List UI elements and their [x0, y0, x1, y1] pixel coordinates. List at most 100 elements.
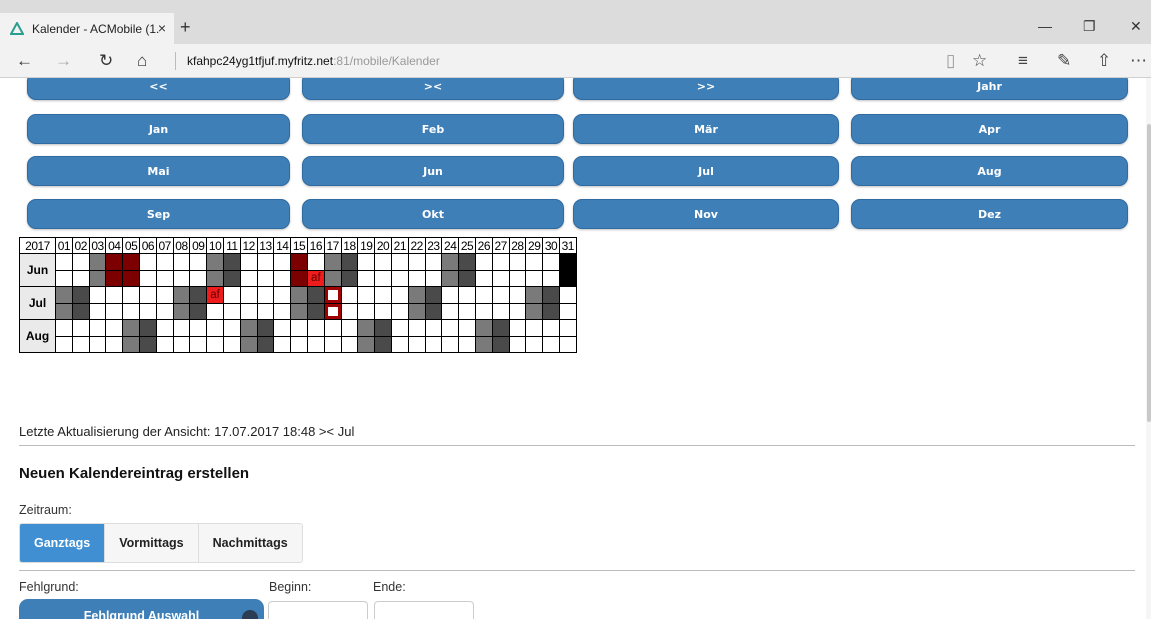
calendar-day-cell[interactable]	[424, 302, 443, 320]
calendar-day-cell[interactable]	[357, 269, 376, 287]
calendar-day-cell[interactable]	[323, 302, 342, 320]
calendar-day-cell[interactable]	[542, 269, 560, 287]
calendar-day-cell[interactable]	[189, 335, 208, 353]
calendar-day-cell[interactable]	[290, 302, 308, 320]
calendar-day-cell[interactable]	[357, 335, 376, 353]
calendar-day-cell[interactable]	[88, 269, 107, 287]
calendar-day-cell[interactable]: af	[206, 286, 224, 304]
calendar-day-cell[interactable]	[55, 335, 73, 353]
calendar-day-cell[interactable]	[323, 269, 342, 287]
calendar-day-cell[interactable]	[138, 335, 157, 353]
calendar-day-cell[interactable]	[323, 253, 342, 271]
current-button[interactable]: ><	[302, 78, 564, 100]
calendar-day-cell[interactable]	[239, 269, 258, 287]
scrollbar-thumb[interactable]	[1147, 124, 1151, 422]
calendar-day-cell[interactable]	[357, 286, 376, 304]
calendar-day-cell[interactable]	[256, 269, 275, 287]
back-icon[interactable]: ←	[16, 52, 33, 70]
calendar-day-cell[interactable]	[105, 302, 124, 320]
calendar-day-cell[interactable]	[189, 319, 208, 337]
calendar-day-cell[interactable]	[525, 269, 544, 287]
calendar-day-cell[interactable]	[340, 319, 359, 337]
calendar-day-cell[interactable]	[155, 302, 174, 320]
calendar-day-cell[interactable]	[407, 269, 426, 287]
calendar-day-cell[interactable]	[71, 319, 90, 337]
calendar-day-cell[interactable]	[491, 319, 510, 337]
calendar-day-cell[interactable]	[525, 319, 544, 337]
calendar-day-cell[interactable]	[256, 286, 275, 304]
calendar-day-cell[interactable]	[122, 286, 140, 304]
calendar-day-cell[interactable]	[122, 269, 140, 287]
calendar-day-cell[interactable]	[508, 335, 527, 353]
calendar-day-cell[interactable]	[323, 319, 342, 337]
month-button-apr[interactable]: Apr	[851, 114, 1128, 144]
share-icon[interactable]: ⇧	[1097, 52, 1111, 70]
calendar-day-cell[interactable]	[239, 335, 258, 353]
calendar-day-cell[interactable]	[508, 319, 527, 337]
calendar-day-cell[interactable]	[88, 253, 107, 271]
next-button[interactable]: >>	[573, 78, 839, 100]
option-ganztags[interactable]: Ganztags	[20, 524, 106, 562]
calendar-day-cell[interactable]	[105, 319, 124, 337]
calendar-day-cell[interactable]	[222, 302, 241, 320]
calendar-day-cell[interactable]	[390, 269, 409, 287]
calendar-day-cell[interactable]	[374, 302, 392, 320]
calendar-day-cell[interactable]	[474, 269, 493, 287]
calendar-day-cell[interactable]	[458, 335, 476, 353]
calendar-day-cell[interactable]	[407, 335, 426, 353]
calendar-day-cell[interactable]	[122, 302, 140, 320]
calendar-day-cell[interactable]	[88, 319, 107, 337]
calendar-day-cell[interactable]	[306, 302, 325, 320]
calendar-day-cell[interactable]	[374, 335, 392, 353]
calendar-day-cell[interactable]	[424, 319, 443, 337]
calendar-day-cell[interactable]	[542, 302, 560, 320]
calendar-day-cell[interactable]	[88, 286, 107, 304]
ende-date-input[interactable]	[374, 601, 474, 619]
month-button-mai[interactable]: Mai	[27, 156, 290, 186]
calendar-day-cell[interactable]	[491, 253, 510, 271]
minimize-icon[interactable]: —	[1038, 18, 1052, 34]
calendar-day-cell[interactable]	[390, 319, 409, 337]
calendar-day-cell[interactable]	[189, 253, 208, 271]
web-note-icon[interactable]: ✎	[1057, 52, 1071, 70]
calendar-day-cell[interactable]	[222, 319, 241, 337]
calendar-day-cell[interactable]	[71, 302, 90, 320]
calendar-day-cell[interactable]	[206, 269, 224, 287]
calendar-day-cell[interactable]	[474, 302, 493, 320]
calendar-day-cell[interactable]	[256, 335, 275, 353]
calendar-day-cell[interactable]	[323, 286, 342, 304]
calendar-day-cell[interactable]	[474, 286, 493, 304]
calendar-day-cell[interactable]	[441, 286, 460, 304]
calendar-day-cell[interactable]	[424, 269, 443, 287]
calendar-day-cell[interactable]	[222, 253, 241, 271]
calendar-day-cell[interactable]	[155, 286, 174, 304]
calendar-day-cell[interactable]	[122, 319, 140, 337]
calendar-day-cell[interactable]	[558, 269, 577, 287]
calendar-day-cell[interactable]	[155, 335, 174, 353]
month-button-mar[interactable]: Mär	[573, 114, 839, 144]
option-nachmittags[interactable]: Nachmittags	[198, 524, 302, 562]
calendar-day-cell[interactable]	[441, 302, 460, 320]
month-button-okt[interactable]: Okt	[302, 199, 564, 229]
browser-tab[interactable]: Kalender - ACMobile (1. ×	[0, 13, 174, 44]
calendar-day-cell[interactable]	[273, 286, 292, 304]
calendar-day-cell[interactable]	[357, 302, 376, 320]
calendar-day-cell[interactable]	[542, 286, 560, 304]
calendar-day-cell[interactable]	[525, 286, 544, 304]
calendar-day-cell[interactable]	[105, 286, 124, 304]
calendar-day-cell[interactable]	[105, 253, 124, 271]
calendar-day-cell[interactable]	[407, 286, 426, 304]
calendar-day-cell[interactable]	[441, 319, 460, 337]
calendar-month-label[interactable]: Jul	[19, 286, 56, 320]
url-field[interactable]: kfahpc24yg1tfjuf.myfritz.net:81/mobile/K…	[187, 54, 440, 68]
calendar-day-cell[interactable]	[239, 286, 258, 304]
calendar-day-cell[interactable]	[525, 302, 544, 320]
calendar-day-cell[interactable]	[239, 253, 258, 271]
favorite-star-icon[interactable]: ☆	[972, 52, 987, 70]
calendar-day-cell[interactable]	[374, 253, 392, 271]
fehlgrund-select[interactable]: Fehlgrund Auswahl	[19, 599, 264, 619]
calendar-day-cell[interactable]	[222, 269, 241, 287]
calendar-day-cell[interactable]	[189, 269, 208, 287]
calendar-day-cell[interactable]	[558, 335, 577, 353]
calendar-day-cell[interactable]	[189, 302, 208, 320]
